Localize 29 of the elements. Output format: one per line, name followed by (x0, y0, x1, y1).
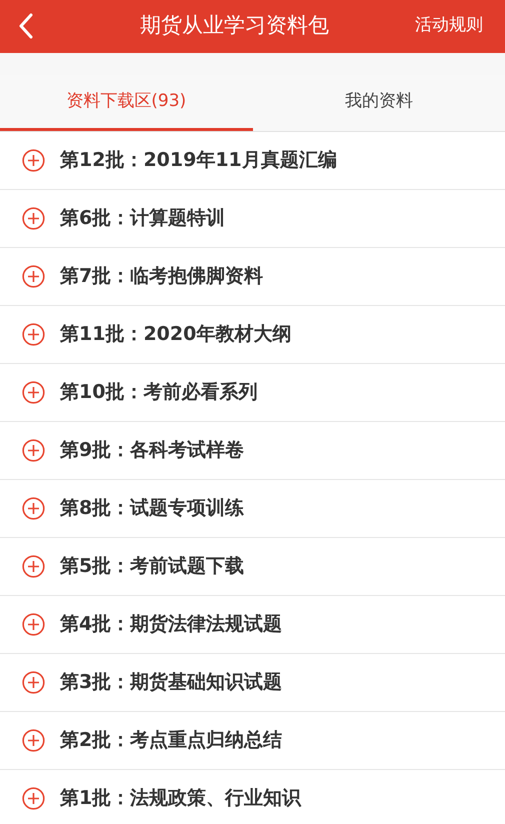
batch-row[interactable]: 第6批：计算题特训 (0, 190, 505, 248)
batch-row[interactable]: 第9批：各科考试样卷 (0, 422, 505, 480)
batch-label: 第1批：法规政策、行业知识 (60, 786, 302, 812)
tab[interactable]: 资料下载区(93) (0, 75, 252, 131)
batch-label: 第5批：考前试题下载 (60, 554, 244, 580)
batch-label: 第3批：期货基础知识试题 (60, 670, 282, 696)
batch-label: 第8批：试题专项训练 (60, 496, 244, 522)
back-icon (18, 13, 34, 39)
batch-row[interactable]: 第3批：期货基础知识试题 (0, 654, 505, 712)
batch-row[interactable]: 第8批：试题专项训练 (0, 480, 505, 538)
rules-link[interactable]: 活动规则 (415, 13, 483, 37)
batch-label: 第2批：考点重点归纳总结 (60, 728, 282, 754)
page-title: 期货从业学习资料包 (140, 12, 329, 39)
batch-row[interactable]: 第4批：期货法律法规试题 (0, 596, 505, 654)
batch-label: 第10批：考前必看系列 (60, 380, 258, 406)
batch-row[interactable]: 第5批：考前试题下载 (0, 538, 505, 596)
batch-label: 第7批：临考抱佛脚资料 (60, 264, 264, 290)
batch-row[interactable]: 第10批：考前必看系列 (0, 364, 505, 422)
tab[interactable]: 我的资料 (252, 75, 505, 131)
batch-row[interactable]: 第12批：2019年11月真题汇编 (0, 132, 505, 190)
batch-row[interactable]: 第2批：考点重点归纳总结 (0, 712, 505, 770)
batch-label: 第12批：2019年11月真题汇编 (60, 148, 337, 174)
batch-label: 第6批：计算题特训 (60, 206, 226, 232)
batch-row[interactable]: 第11批：2020年教材大纲 (0, 306, 505, 364)
batch-row[interactable]: 第7批：临考抱佛脚资料 (0, 248, 505, 306)
batch-row[interactable]: 第1批：法规政策、行业知识 (0, 770, 505, 824)
batch-label: 第4批：期货法律法规试题 (60, 612, 282, 638)
batch-label: 第11批：2020年教材大纲 (60, 322, 292, 348)
batch-label: 第9批：各科考试样卷 (60, 438, 244, 464)
